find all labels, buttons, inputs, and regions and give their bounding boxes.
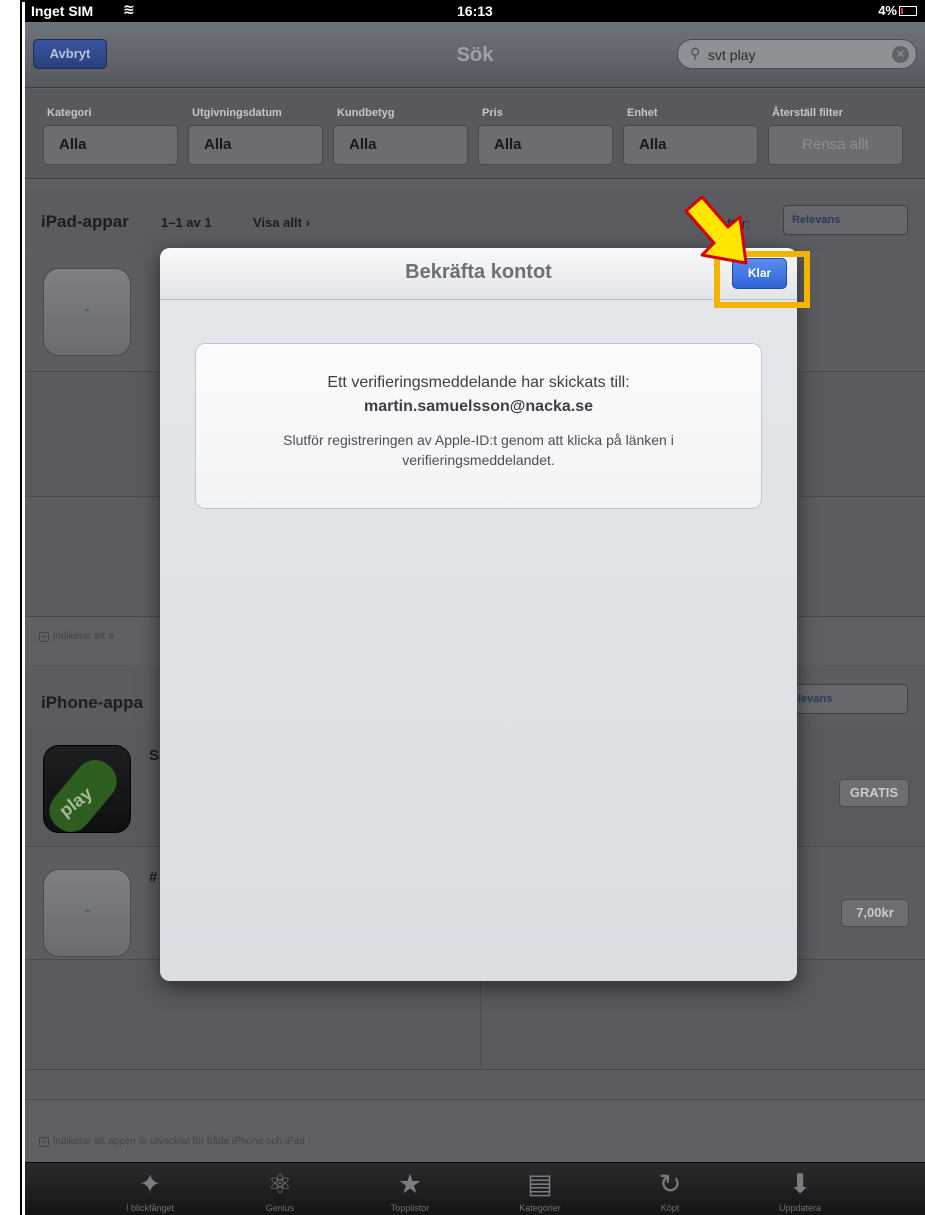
filter-label: Kundbetyg <box>337 107 395 119</box>
genius-icon: ⚛ <box>267 1169 293 1199</box>
clock: 16:13 <box>457 3 493 19</box>
tab-updates[interactable]: ⬇ Uppdatera <box>735 1163 865 1215</box>
battery-indicator: 4% <box>878 3 917 18</box>
verification-instructions: Slutför registreringen av Apple-ID:t gen… <box>283 432 674 468</box>
purchased-icon: ↻ <box>658 1169 682 1199</box>
filter-value[interactable]: Alla <box>333 125 468 165</box>
confirm-account-dialog: Bekräfta kontot Klar Ett verifieringsmed… <box>160 248 797 981</box>
svt-play-app-icon: play <box>43 745 131 833</box>
updates-icon: ⬇ <box>788 1169 812 1199</box>
tab-categories[interactable]: ▤ Kategorier <box>475 1163 605 1215</box>
search-icon: ⚲ <box>690 45 701 61</box>
filter-category[interactable]: Kategori Alla <box>43 107 178 165</box>
price-button[interactable]: GRATIS <box>839 779 909 807</box>
tab-top-charts[interactable]: ★ Topplistor <box>345 1163 475 1215</box>
status-bar: Inget SIM ≋ 16:13 4% <box>25 0 925 22</box>
filter-label: Återställ filter <box>772 107 843 119</box>
tab-purchased[interactable]: ↻ Köpt <box>605 1163 735 1215</box>
verification-message-card: Ett verifieringsmeddelande har skickats … <box>195 343 762 509</box>
frame-left-line <box>20 0 22 1215</box>
ipad-section-header: iPad-appar 1–1 av 1 Visa allt › ra efter… <box>25 190 925 252</box>
email-address: martin.samuelsson@nacka.se <box>363 398 594 415</box>
filter-release-date[interactable]: Utgivningsdatum Alla <box>188 107 323 165</box>
tab-label: I blickfånget <box>125 1203 175 1213</box>
plus-icon: + <box>39 1137 49 1147</box>
tab-label: Genius <box>265 1203 295 1213</box>
filter-label: Enhet <box>627 107 658 119</box>
navigation-bar: Avbryt Sök ⚲ svt play ✕ <box>25 22 925 88</box>
sort-select[interactable]: elevans <box>783 684 908 714</box>
pointer-arrow-icon <box>684 195 748 265</box>
tab-label: Kategorier <box>519 1203 561 1213</box>
clear-all-button[interactable]: Rensa allt <box>768 125 903 165</box>
filter-device[interactable]: Enhet Alla <box>623 107 758 165</box>
filter-reset[interactable]: Återställ filter Rensa allt <box>768 107 903 165</box>
spotlight-icon: ✦ <box>138 1169 162 1199</box>
tab-bar: ✦ I blickfånget ⚛ Genius ★ Topplistor ▤ … <box>25 1162 925 1215</box>
carrier-label: Inget SIM <box>31 3 94 19</box>
tab-genius[interactable]: ⚛ Genius <box>215 1163 345 1215</box>
clear-search-icon[interactable]: ✕ <box>892 46 909 63</box>
section-title: iPad-appar <box>41 212 129 231</box>
dialog-body: Ett verifieringsmeddelande har skickats … <box>160 301 797 981</box>
battery-percent: 4% <box>878 3 897 18</box>
ipad-screen: Inget SIM ≋ 16:13 4% Avbryt Sök ⚲ svt pl… <box>25 0 925 1215</box>
app-logo: ~ <box>84 906 90 917</box>
filter-label: Pris <box>482 107 503 119</box>
app-icon: ~ <box>43 869 131 957</box>
app-logo: ~ <box>84 305 90 316</box>
star-icon: ★ <box>397 1169 423 1199</box>
filter-label: Utgivningsdatum <box>192 107 282 119</box>
plus-icon: + <box>39 632 49 642</box>
section-count: 1–1 av 1 <box>161 215 212 230</box>
verification-sent-text: Ett verifieringsmeddelande har skickats … <box>327 374 630 391</box>
tab-label: Uppdatera <box>778 1203 822 1213</box>
filter-value[interactable]: Alla <box>478 125 613 165</box>
section-title: iPhone-appa <box>41 693 144 712</box>
spacer-row <box>25 1070 925 1100</box>
filter-rating[interactable]: Kundbetyg Alla <box>333 107 468 165</box>
wifi-icon: ≋ <box>123 1 135 17</box>
app-name: S <box>149 747 160 764</box>
categories-icon: ▤ <box>527 1169 553 1199</box>
tab-featured[interactable]: ✦ I blickfånget <box>85 1163 215 1215</box>
filter-value[interactable]: Alla <box>623 125 758 165</box>
filter-value[interactable]: Alla <box>43 125 178 165</box>
footnote-text: indikerar att appen är utvecklat för båd… <box>53 1136 305 1147</box>
footnote: + indikerar att a <box>39 631 114 642</box>
filter-price[interactable]: Pris Alla <box>478 107 613 165</box>
filter-label: Kategori <box>47 107 92 119</box>
view-all-link[interactable]: Visa allt › <box>253 215 310 230</box>
filter-bar: Kategori Alla Utgivningsdatum Alla Kundb… <box>25 89 925 179</box>
tab-label: Topplistor <box>390 1203 430 1213</box>
footnote: + indikerar att appen är utvecklat för bå… <box>39 1136 305 1147</box>
app-icon: ~ <box>43 268 131 356</box>
filter-value[interactable]: Alla <box>188 125 323 165</box>
sort-select[interactable]: Relevans <box>783 205 908 235</box>
price-button[interactable]: 7,00kr <box>841 899 909 927</box>
battery-icon <box>899 6 917 16</box>
search-input[interactable]: ⚲ svt play ✕ <box>677 39 917 69</box>
tab-label: Köpt <box>660 1203 680 1213</box>
footnote-text: indikerar att a <box>53 631 114 642</box>
search-value: svt play <box>708 47 756 63</box>
app-name: # <box>149 869 158 886</box>
